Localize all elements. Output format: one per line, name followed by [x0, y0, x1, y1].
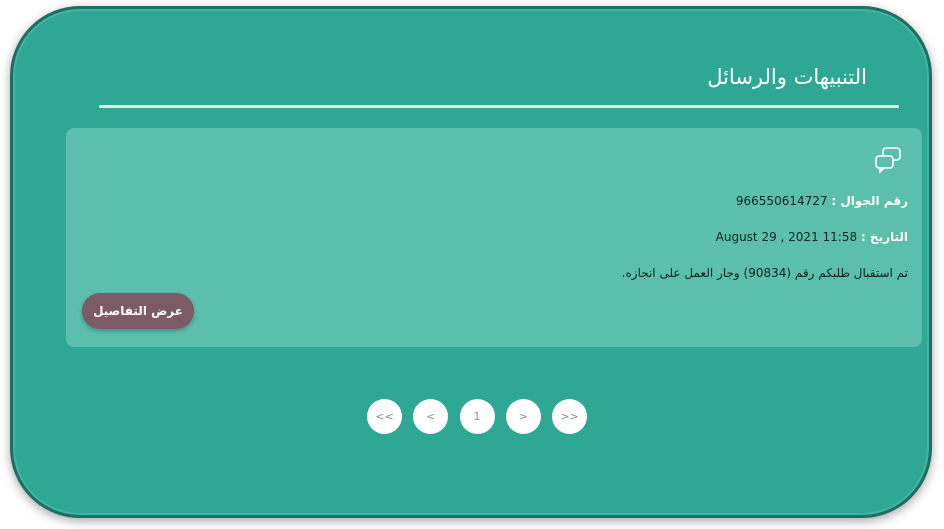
phone-label: رقم الجوال :: [831, 194, 908, 208]
phone-value: 966550614727: [735, 194, 828, 208]
date-line: التاريخ : August 29 , 2021 11:58: [716, 230, 908, 244]
date-value: August 29 , 2021 11:58: [715, 230, 858, 244]
next-page-button[interactable]: >: [505, 398, 541, 434]
current-page-button[interactable]: 1: [459, 398, 495, 434]
pagination: << < 1 > >>: [367, 398, 587, 434]
chat-bubbles-icon: [875, 147, 901, 174]
message-body: تم استقبال طلبكم رقم (90834) وجار العمل …: [621, 266, 908, 280]
last-page-button[interactable]: >>: [552, 398, 587, 434]
view-details-button[interactable]: عرض التفاصيل: [82, 293, 194, 329]
panel-title: التنبيهات والرسائل: [707, 65, 867, 89]
date-label: التاريخ :: [860, 230, 908, 244]
phone-line: رقم الجوال : 966550614727: [736, 194, 908, 208]
first-page-button[interactable]: <<: [367, 398, 402, 434]
message-card: رقم الجوال : 966550614727 التاريخ : Augu…: [66, 128, 922, 347]
alerts-panel: التنبيهات والرسائل رقم الجوال : 96655061…: [10, 6, 932, 518]
title-divider: [99, 105, 899, 108]
previous-page-button[interactable]: <: [413, 398, 449, 434]
